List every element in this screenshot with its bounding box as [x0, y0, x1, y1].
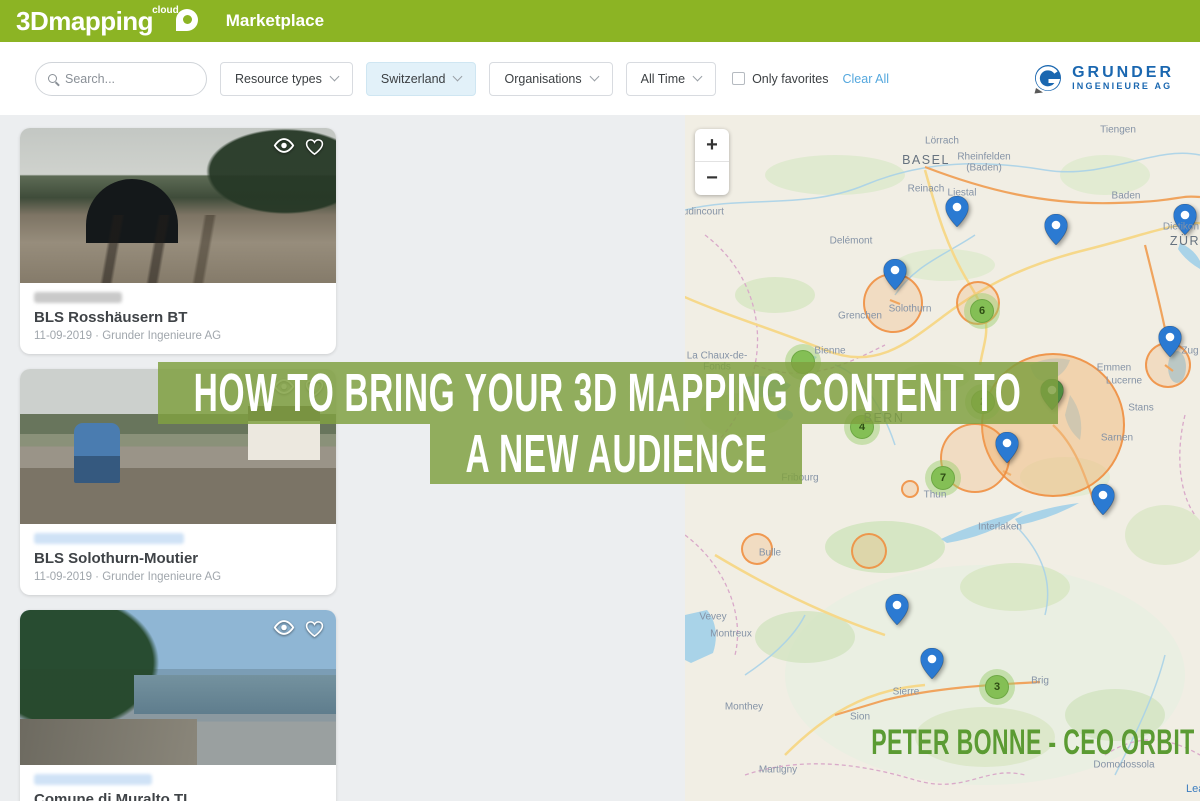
map-pin-blue[interactable] — [1045, 214, 1068, 250]
chevron-down-icon — [453, 72, 463, 82]
map-place-label: BASEL — [902, 153, 950, 167]
map-place-label: (Baden) — [966, 163, 1002, 174]
map-place-label: La Chaux-de- — [687, 351, 748, 362]
map-place-label: Sarnen — [1101, 433, 1133, 444]
map-place-label: Martigny — [759, 765, 797, 776]
coverage-circle — [851, 533, 887, 569]
app-logo[interactable]: 3Dmapping cloud — [16, 8, 198, 34]
card-meta: 11-09-2019 · Grunder Ingenieure AG — [34, 330, 322, 342]
time-dropdown[interactable]: All Time — [626, 62, 716, 96]
redacted-tag — [34, 533, 184, 544]
filter-bar: Resource types Switzerland Organisations… — [0, 42, 1200, 115]
clear-all-link[interactable]: Clear All — [842, 72, 889, 86]
favorite-heart-icon[interactable] — [305, 138, 324, 156]
map-pin-blue[interactable] — [996, 432, 1019, 468]
brand-name: GRUNDER — [1072, 65, 1174, 82]
map-place-label: Sion — [850, 712, 870, 723]
view-icon[interactable] — [273, 620, 295, 638]
map-place-label: Grenchen — [838, 311, 882, 322]
zoom-in-button[interactable]: + — [695, 129, 729, 162]
map-place-label: Bulle — [759, 548, 781, 559]
dropdown-label: All Time — [641, 72, 685, 86]
map-place-label: Monthey — [725, 702, 763, 713]
chevron-down-icon — [329, 72, 339, 82]
map-place-label: Interlaken — [978, 522, 1022, 533]
organisations-dropdown[interactable]: Organisations — [489, 62, 612, 96]
page-title: Marketplace — [226, 11, 324, 31]
map-place-label: Lörrach — [925, 136, 959, 147]
banner-line-1: HOW TO BRING YOUR 3D MAPPING CONTENT TO — [158, 362, 1058, 424]
card-title: Comune di Muralto TI — [34, 791, 322, 801]
zoom-out-button[interactable]: − — [695, 162, 729, 195]
country-dropdown[interactable]: Switzerland — [366, 62, 477, 96]
favorite-heart-icon[interactable] — [305, 620, 324, 638]
search-box[interactable] — [35, 62, 207, 96]
view-icon[interactable] — [273, 138, 295, 156]
dropdown-label: Switzerland — [381, 72, 446, 86]
banner-line-2: A NEW AUDIENCE — [430, 424, 802, 484]
only-favorites-label: Only favorites — [752, 72, 828, 86]
app-header: 3Dmapping cloud Marketplace — [0, 0, 1200, 42]
map-place-label: Baden — [1112, 191, 1141, 202]
banner-text-1: HOW TO BRING YOUR 3D MAPPING CONTENT TO — [194, 366, 1022, 420]
only-favorites-checkbox[interactable] — [732, 72, 745, 85]
map-pin-blue[interactable] — [946, 196, 969, 232]
grunder-brand: GRUNDER INGENIEURE AG — [1032, 63, 1174, 95]
chevron-down-icon — [589, 72, 599, 82]
map-place-label: Brig — [1031, 676, 1049, 687]
map-place-label: Vevey — [699, 612, 726, 623]
card-title: BLS Rosshäusern BT — [34, 309, 322, 326]
card-thumbnail — [20, 610, 336, 765]
map-place-label: Tiengen — [1100, 125, 1136, 136]
quote-text: PETER BONNE - CEO ORBIT GT — [871, 723, 1109, 763]
map-place-label: Stans — [1128, 403, 1154, 414]
map-pin-blue[interactable] — [886, 594, 909, 630]
logo-text: 3Dmapping — [16, 8, 153, 34]
map-place-label: Delémont — [830, 236, 873, 247]
map-place-label: ZÜRICH — [1170, 234, 1200, 248]
card-thumbnail — [20, 128, 336, 283]
dropdown-label: Organisations — [504, 72, 581, 86]
redacted-tag — [34, 292, 122, 303]
map-place-label: Bienne — [814, 346, 845, 357]
map-pin-blue[interactable] — [1159, 326, 1182, 362]
map-place-label: Audincourt — [685, 207, 724, 218]
map-place-label: Emmen — [1097, 363, 1131, 374]
grunder-logo-icon — [1032, 63, 1064, 95]
banner-text-2: A NEW AUDIENCE — [465, 427, 767, 481]
map-place-label: Lucerne — [1106, 376, 1142, 387]
map-place-label: Thun — [924, 490, 947, 501]
map-place-label: Liestal — [948, 188, 977, 199]
resource-types-dropdown[interactable]: Resource types — [220, 62, 353, 96]
cluster-marker[interactable]: 6 — [964, 293, 1000, 329]
only-favorites-control: Only favorites — [732, 72, 828, 86]
map-place-label: Montreux — [710, 629, 752, 640]
map-place-label: Reinach — [908, 184, 945, 195]
resource-card[interactable]: Comune di Muralto TI 11-09-2019 · Grunde… — [20, 610, 336, 801]
card-title: BLS Solothurn-Moutier — [34, 550, 322, 567]
map-pin-blue[interactable] — [884, 259, 907, 295]
card-meta: 11-09-2019 · Grunder Ingenieure AG — [34, 571, 322, 583]
map-place-label: Dietikon — [1163, 222, 1199, 233]
map-pin-icon — [176, 9, 198, 31]
chevron-down-icon — [693, 72, 703, 82]
redacted-tag — [34, 774, 152, 785]
map-place-label: Solothurn — [889, 304, 932, 315]
logo-cloud-label: cloud — [152, 5, 179, 16]
search-icon — [48, 74, 57, 83]
dropdown-label: Resource types — [235, 72, 322, 86]
map-pin-blue[interactable] — [921, 648, 944, 684]
brand-subtitle: INGENIEURE AG — [1072, 82, 1174, 91]
search-input[interactable] — [65, 72, 194, 86]
resource-card[interactable]: BLS Rosshäusern BT 11-09-2019 · Grunder … — [20, 128, 336, 354]
map-place-label: Zug — [1181, 346, 1198, 357]
map-place-label: Rheinfelden — [957, 152, 1010, 163]
map-zoom-control: + − — [695, 129, 729, 195]
coverage-circle — [901, 480, 919, 498]
map-pin-blue[interactable] — [1092, 484, 1115, 520]
cluster-marker[interactable]: 3 — [979, 669, 1015, 705]
map-place-label: Sierre — [893, 687, 920, 698]
